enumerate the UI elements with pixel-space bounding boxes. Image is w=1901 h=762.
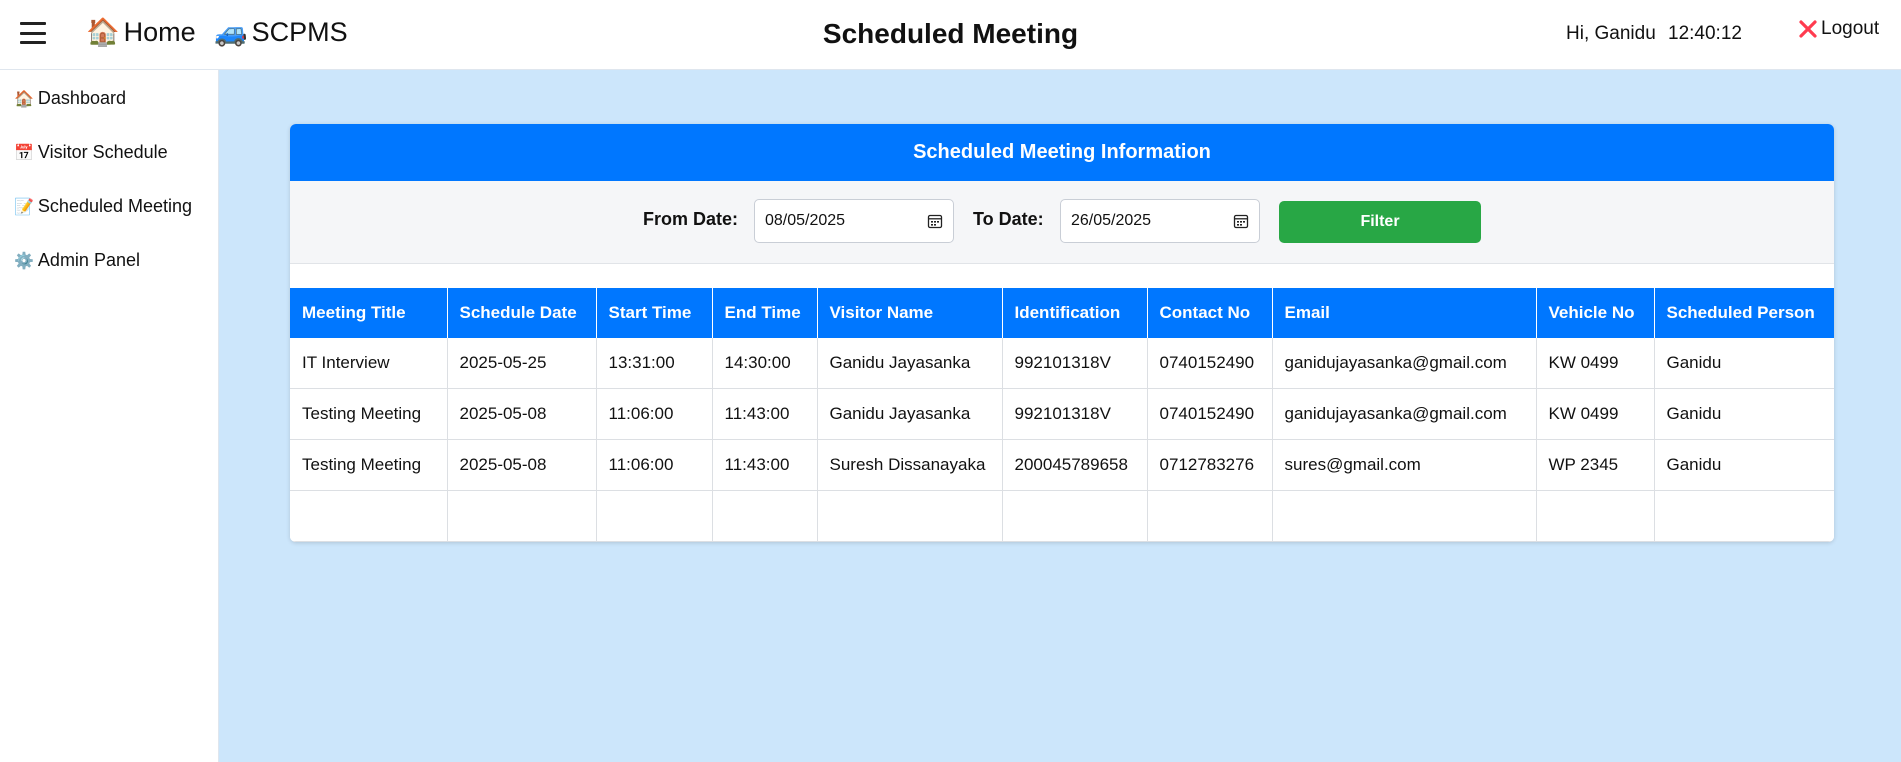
panel-title: Scheduled Meeting Information bbox=[290, 124, 1834, 181]
table-row[interactable]: IT Interview 2025-05-25 13:31:00 14:30:0… bbox=[290, 338, 1834, 389]
house-icon: 🏠 bbox=[86, 17, 120, 47]
table-cell: sures@gmail.com bbox=[1272, 439, 1537, 491]
table-cell: ganidujayasanka@gmail.com bbox=[1272, 338, 1537, 389]
column-header[interactable]: Contact No bbox=[1147, 288, 1273, 338]
table-cell bbox=[1272, 490, 1537, 542]
calendar-icon[interactable] bbox=[927, 213, 943, 229]
calendar-icon: 📅 bbox=[14, 144, 34, 162]
sidebar-item-dashboard[interactable]: 🏠 Dashboard bbox=[14, 88, 126, 109]
sidebar-item-label: Visitor Schedule bbox=[37, 142, 168, 162]
table-cell bbox=[447, 490, 597, 542]
table-cell: Testing Meeting bbox=[290, 439, 448, 491]
table-cell: 14:30:00 bbox=[712, 338, 818, 389]
table-cell: 2025-05-08 bbox=[447, 388, 597, 440]
column-header[interactable]: Meeting Title bbox=[290, 288, 448, 338]
logout-label: Logout bbox=[1821, 18, 1880, 39]
sidebar-item-scheduled-meeting[interactable]: 📝 Scheduled Meeting bbox=[14, 196, 192, 217]
sidebar: 🏠 Dashboard 📅 Visitor Schedule 📝 Schedul… bbox=[0, 70, 219, 762]
table-cell bbox=[1002, 490, 1148, 542]
from-date-input[interactable]: 08/05/2025 bbox=[754, 199, 954, 243]
table-cell bbox=[1654, 490, 1834, 542]
user-greeting: Hi, Ganidu bbox=[1566, 23, 1656, 44]
to-date-input[interactable]: 26/05/2025 bbox=[1060, 199, 1260, 243]
sidebar-item-label: Scheduled Meeting bbox=[37, 196, 193, 216]
table-cell: Ganidu bbox=[1654, 439, 1834, 491]
table-cell: Ganidu Jayasanka bbox=[817, 338, 1003, 389]
table-header-row: Meeting Title Schedule Date Start Time E… bbox=[290, 288, 1834, 338]
table-cell: 992101318V bbox=[1002, 338, 1148, 389]
table-cell: 0740152490 bbox=[1147, 338, 1273, 389]
table-cell bbox=[1536, 490, 1655, 542]
table-cell: KW 0499 bbox=[1536, 388, 1655, 440]
top-navbar: 🏠 Home 🚙 SCPMS Scheduled Meeting Hi, Gan… bbox=[0, 0, 1901, 70]
from-date-label: From Date: bbox=[643, 209, 739, 229]
from-date-value: 08/05/2025 bbox=[765, 212, 846, 229]
close-x-icon bbox=[1799, 20, 1817, 38]
table-cell: 200045789658 bbox=[1002, 439, 1148, 491]
gear-icon: ⚙️ bbox=[14, 252, 34, 270]
table-cell: 11:43:00 bbox=[712, 388, 818, 440]
table-row-empty bbox=[290, 490, 1834, 542]
table-cell: 2025-05-25 bbox=[447, 338, 597, 389]
table-cell: 0712783276 bbox=[1147, 439, 1273, 491]
table-cell: Suresh Dissanayaka bbox=[817, 439, 1003, 491]
meeting-info-panel: Scheduled Meeting Information From Date:… bbox=[290, 124, 1834, 542]
home-link[interactable]: 🏠 Home bbox=[86, 16, 196, 48]
to-date-value: 26/05/2025 bbox=[1071, 212, 1152, 229]
table-cell: 2025-05-08 bbox=[447, 439, 597, 491]
column-header[interactable]: End Time bbox=[712, 288, 818, 338]
table-cell: 11:06:00 bbox=[596, 388, 713, 440]
app-name-label: SCPMS bbox=[251, 16, 348, 47]
table-cell: KW 0499 bbox=[1536, 338, 1655, 389]
meetings-table: Meeting Title Schedule Date Start Time E… bbox=[290, 288, 1834, 542]
column-header[interactable]: Schedule Date bbox=[447, 288, 597, 338]
memo-icon: 📝 bbox=[14, 198, 34, 216]
table-row[interactable]: Testing Meeting 2025-05-08 11:06:00 11:4… bbox=[290, 439, 1834, 491]
table-cell bbox=[712, 490, 818, 542]
table-cell: 992101318V bbox=[1002, 388, 1148, 440]
home-link-label: Home bbox=[123, 16, 196, 47]
sidebar-item-admin-panel[interactable]: ⚙️ Admin Panel bbox=[14, 250, 140, 271]
calendar-icon[interactable] bbox=[1233, 213, 1249, 229]
app-name-link[interactable]: 🚙 SCPMS bbox=[214, 16, 348, 48]
column-header[interactable]: Start Time bbox=[596, 288, 713, 338]
table-cell bbox=[596, 490, 713, 542]
clock: 12:40:12 bbox=[1668, 23, 1742, 44]
column-header[interactable]: Scheduled Person bbox=[1654, 288, 1834, 338]
sidebar-item-visitor-schedule[interactable]: 📅 Visitor Schedule bbox=[14, 142, 168, 163]
table-cell: WP 2345 bbox=[1536, 439, 1655, 491]
date-filter-bar: From Date: 08/05/2025 To Date: 26/05/202… bbox=[290, 181, 1834, 264]
table-cell: 11:06:00 bbox=[596, 439, 713, 491]
table-cell: IT Interview bbox=[290, 338, 448, 389]
car-icon: 🚙 bbox=[214, 17, 248, 47]
table-cell bbox=[817, 490, 1003, 542]
table-cell bbox=[290, 490, 448, 542]
table-cell: Ganidu Jayasanka bbox=[817, 388, 1003, 440]
column-header[interactable]: Visitor Name bbox=[817, 288, 1003, 338]
table-cell: Ganidu bbox=[1654, 388, 1834, 440]
table-cell: Testing Meeting bbox=[290, 388, 448, 440]
column-header[interactable]: Email bbox=[1272, 288, 1537, 338]
table-cell bbox=[1147, 490, 1273, 542]
table-row[interactable]: Testing Meeting 2025-05-08 11:06:00 11:4… bbox=[290, 388, 1834, 440]
filter-button[interactable]: Filter bbox=[1279, 201, 1481, 243]
to-date-label: To Date: bbox=[973, 209, 1044, 229]
table-cell: 13:31:00 bbox=[596, 338, 713, 389]
table-cell: Ganidu bbox=[1654, 338, 1834, 389]
house-icon: 🏠 bbox=[14, 90, 34, 108]
table-cell: ganidujayasanka@gmail.com bbox=[1272, 388, 1537, 440]
sidebar-item-label: Admin Panel bbox=[37, 250, 140, 270]
hamburger-menu-icon[interactable] bbox=[20, 20, 46, 46]
sidebar-item-label: Dashboard bbox=[37, 88, 126, 108]
table-cell: 11:43:00 bbox=[712, 439, 818, 491]
column-header[interactable]: Identification bbox=[1002, 288, 1148, 338]
table-cell: 0740152490 bbox=[1147, 388, 1273, 440]
column-header[interactable]: Vehicle No bbox=[1536, 288, 1655, 338]
logout-button[interactable]: Logout bbox=[1798, 18, 1879, 40]
